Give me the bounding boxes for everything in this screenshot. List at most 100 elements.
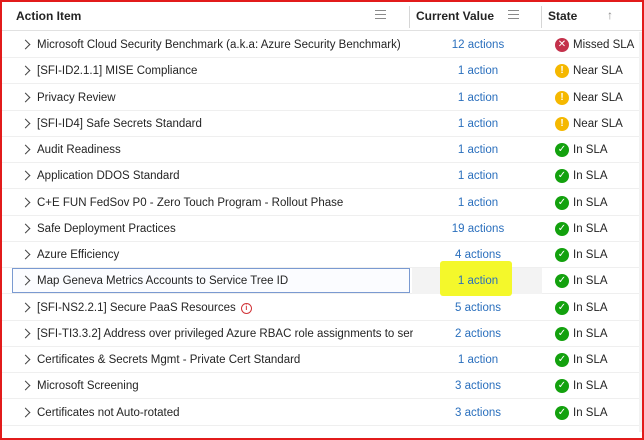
- action-item-label: [SFI-TI3.3.2] Address over privileged Az…: [37, 328, 413, 340]
- table-row[interactable]: [SFI-TI3.3.2] Address over privileged Az…: [2, 321, 642, 347]
- action-item-name: Certificates not Auto-rotated: [37, 400, 413, 426]
- chevron-right-icon[interactable]: [20, 170, 31, 181]
- state-cell: ✓ In SLA: [555, 321, 608, 347]
- screenshot-frame: Action Item Current Value State ↑ Micros…: [0, 0, 644, 440]
- state-label: In SLA: [573, 380, 608, 392]
- column-header-state[interactable]: State: [548, 2, 577, 30]
- state-label: In SLA: [573, 354, 608, 366]
- column-menu-icon[interactable]: [375, 10, 386, 19]
- column-divider[interactable]: [541, 6, 542, 28]
- current-value-link[interactable]: 3 actions: [414, 400, 542, 426]
- current-value-link[interactable]: 1 action: [414, 58, 542, 84]
- check-circle-icon: ✓: [555, 406, 569, 420]
- column-header-current-value[interactable]: Current Value: [416, 2, 494, 30]
- action-item-label: Privacy Review: [37, 92, 116, 104]
- table-row[interactable]: [SFI-ID4] Safe Secrets Standard 1 action!…: [2, 111, 642, 137]
- error-circle-icon: ✕: [555, 38, 569, 52]
- state-cell: ✓ In SLA: [555, 400, 608, 426]
- table-row[interactable]: [SFI-ID2.1.1] MISE Compliance 1 action! Ne…: [2, 58, 642, 84]
- action-item-name: Map Geneva Metrics Accounts to Service T…: [37, 268, 413, 294]
- chevron-right-icon[interactable]: [20, 249, 31, 260]
- current-value-link[interactable]: 1 action: [414, 190, 542, 216]
- current-value-link[interactable]: 5 actions: [414, 295, 542, 321]
- table-row[interactable]: Certificates not Auto-rotated 3 actions ✓ I…: [2, 400, 642, 426]
- action-item-label: [SFI-ID2.1.1] MISE Compliance: [37, 65, 198, 77]
- current-value-link[interactable]: 1 action: [414, 85, 542, 111]
- table-row[interactable]: Application DDOS Standard 1 action ✓ In SLA: [2, 163, 642, 189]
- table-row[interactable]: [SFI-NS2.2.1] Secure PaaS Resources i 5 ac…: [2, 295, 642, 321]
- state-cell: ✓ In SLA: [555, 242, 608, 268]
- table-row[interactable]: Safe Deployment Practices 19 actions ✓ In S…: [2, 216, 642, 242]
- action-item-name: Audit Readiness: [37, 137, 413, 163]
- current-value-link[interactable]: 1 action: [414, 163, 542, 189]
- scrollbar[interactable]: [639, 32, 642, 432]
- current-value-link[interactable]: 1 action: [414, 137, 542, 163]
- chevron-right-icon[interactable]: [20, 407, 31, 418]
- current-value-link[interactable]: 12 actions: [414, 32, 542, 58]
- table-row[interactable]: Certificates & Secrets Mgmt - Private Ce…: [2, 347, 642, 373]
- column-menu-icon[interactable]: [508, 10, 519, 19]
- action-item-name: Privacy Review: [37, 85, 413, 111]
- chevron-right-icon[interactable]: [20, 223, 31, 234]
- chevron-right-icon[interactable]: [20, 92, 31, 103]
- action-item-label: Map Geneva Metrics Accounts to Service T…: [37, 275, 289, 287]
- action-item-name: [SFI-TI3.3.2] Address over privileged Az…: [37, 321, 413, 347]
- chevron-right-icon[interactable]: [20, 302, 31, 313]
- action-item-name: Microsoft Screening: [37, 373, 413, 399]
- chevron-right-icon[interactable]: [20, 144, 31, 155]
- current-value-link[interactable]: 1 action: [414, 347, 542, 373]
- table-row[interactable]: Microsoft Cloud Security Benchmark (a.k.…: [2, 32, 642, 58]
- state-cell: ! Near SLA: [555, 85, 623, 111]
- action-item-label: Microsoft Cloud Security Benchmark (a.k.…: [37, 39, 401, 51]
- state-label: Near SLA: [573, 65, 623, 77]
- chevron-right-icon[interactable]: [20, 65, 31, 76]
- action-item-label: Microsoft Screening: [37, 380, 139, 392]
- state-cell: ✓ In SLA: [555, 137, 608, 163]
- table-row[interactable]: Audit Readiness 1 action ✓ In SLA: [2, 137, 642, 163]
- state-cell: ✓ In SLA: [555, 216, 608, 242]
- check-circle-icon: ✓: [555, 248, 569, 262]
- chevron-right-icon[interactable]: [20, 197, 31, 208]
- table-row[interactable]: C+E FUN FedSov P0 - Zero Touch Program -…: [2, 190, 642, 216]
- info-icon[interactable]: i: [240, 302, 252, 314]
- current-value-link[interactable]: 1 action: [414, 111, 542, 137]
- action-item-label: Certificates & Secrets Mgmt - Private Ce…: [37, 354, 301, 366]
- action-item-label: C+E FUN FedSov P0 - Zero Touch Program -…: [37, 197, 344, 209]
- state-label: In SLA: [573, 302, 608, 314]
- state-label: In SLA: [573, 407, 608, 419]
- action-item-name: [SFI-NS2.2.1] Secure PaaS Resources i: [37, 295, 413, 321]
- table-row[interactable]: Privacy Review 1 action! Near SLA: [2, 85, 642, 111]
- state-cell: ✓ In SLA: [555, 190, 608, 216]
- state-label: In SLA: [573, 144, 608, 156]
- table-row[interactable]: Azure Efficiency 4 actions ✓ In SLA: [2, 242, 642, 268]
- state-cell: ! Near SLA: [555, 58, 623, 84]
- check-circle-icon: ✓: [555, 353, 569, 367]
- current-value-link[interactable]: 3 actions: [414, 373, 542, 399]
- action-item-label: Audit Readiness: [37, 144, 121, 156]
- action-item-name: Application DDOS Standard: [37, 163, 413, 189]
- warning-circle-icon: !: [555, 91, 569, 105]
- check-circle-icon: ✓: [555, 274, 569, 288]
- check-circle-icon: ✓: [555, 301, 569, 315]
- state-cell: ✓ In SLA: [555, 347, 608, 373]
- check-circle-icon: ✓: [555, 222, 569, 236]
- chevron-right-icon[interactable]: [20, 328, 31, 339]
- action-item-name: Certificates & Secrets Mgmt - Private Ce…: [37, 347, 413, 373]
- state-label: In SLA: [573, 249, 608, 261]
- current-value-link[interactable]: 19 actions: [414, 216, 542, 242]
- current-value-link[interactable]: 1 action: [414, 268, 542, 294]
- table-row[interactable]: Map Geneva Metrics Accounts to Service T…: [2, 261, 642, 296]
- column-divider[interactable]: [409, 6, 410, 28]
- current-value-link[interactable]: 2 actions: [414, 321, 542, 347]
- column-header-action-item[interactable]: Action Item: [16, 2, 81, 30]
- action-item-name: [SFI-ID4] Safe Secrets Standard: [37, 111, 413, 137]
- warning-circle-icon: !: [555, 64, 569, 78]
- chevron-right-icon[interactable]: [20, 354, 31, 365]
- chevron-right-icon[interactable]: [20, 380, 31, 391]
- sort-ascending-icon[interactable]: ↑: [607, 8, 613, 22]
- state-label: Near SLA: [573, 118, 623, 130]
- chevron-right-icon[interactable]: [20, 118, 31, 129]
- chevron-right-icon[interactable]: [20, 39, 31, 50]
- table-row[interactable]: Microsoft Screening 3 actions ✓ In SLA: [2, 373, 642, 399]
- state-label: Near SLA: [573, 92, 623, 104]
